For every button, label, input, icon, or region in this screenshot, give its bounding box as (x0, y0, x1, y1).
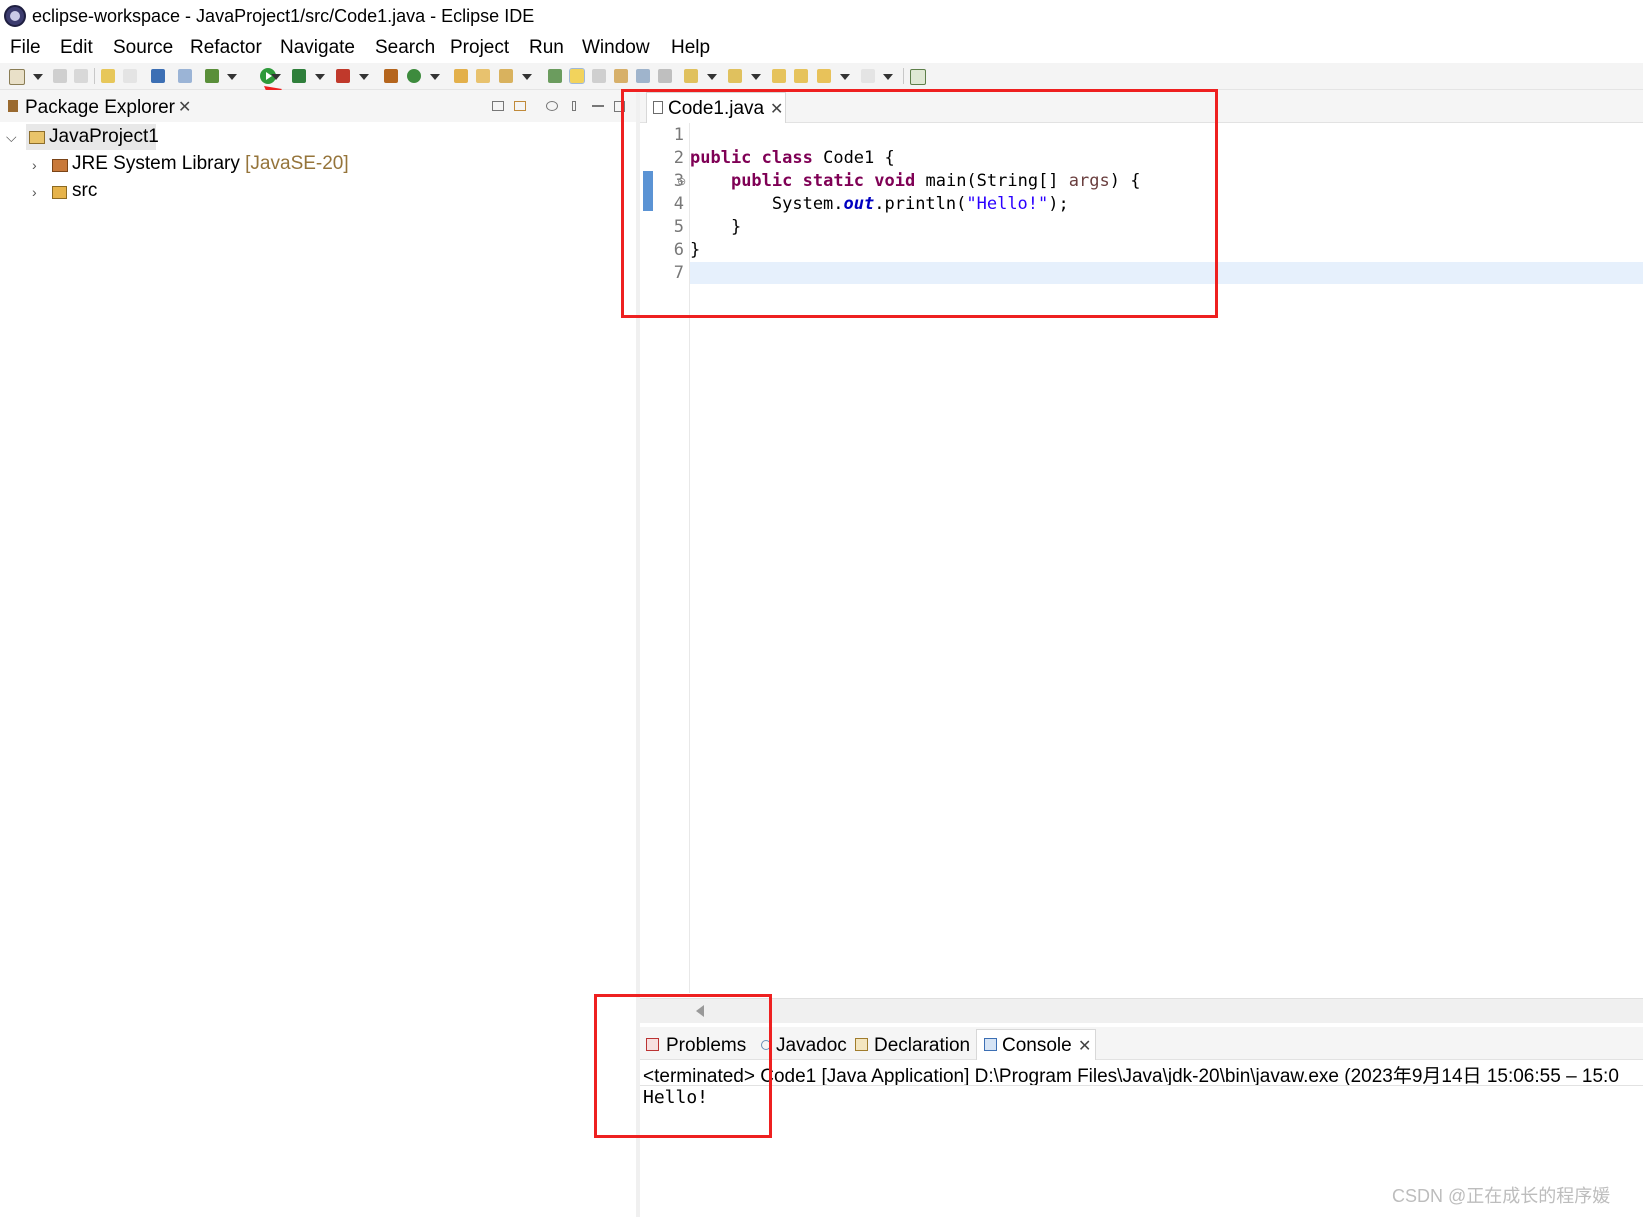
forward-icon[interactable] (861, 69, 875, 83)
new-dropdown-icon[interactable] (33, 74, 43, 80)
menu-run[interactable]: Run (529, 37, 564, 59)
library-version: [JavaSE-20] (245, 153, 349, 174)
annotation-icon[interactable] (548, 69, 562, 83)
tab-javadoc[interactable]: Javadoc (776, 1035, 847, 1057)
last-edit-icon[interactable] (772, 69, 786, 83)
tab-declaration[interactable]: Declaration (874, 1035, 970, 1057)
package-explorer-title[interactable]: Package Explorer (25, 97, 175, 119)
open-folder-icon[interactable] (476, 69, 490, 83)
save-icon[interactable] (53, 69, 67, 83)
save-all-icon[interactable] (74, 69, 88, 83)
console-icon (984, 1038, 997, 1051)
console-status-line: <terminated> Code1 [Java Application] D:… (643, 1066, 1619, 1087)
new-icon[interactable] (9, 69, 25, 85)
coverage-icon[interactable] (292, 69, 306, 83)
forward-dropdown-icon[interactable] (883, 74, 893, 80)
open-type-icon[interactable] (454, 69, 468, 83)
coverage-dropdown-icon[interactable] (315, 74, 325, 80)
library-name: JRE System Library (72, 153, 240, 174)
menu-window[interactable]: Window (582, 37, 650, 59)
menu-file[interactable]: File (10, 37, 41, 59)
red-annotation-box-console (594, 994, 772, 1138)
view-menu-icon[interactable] (572, 101, 576, 111)
redo-icon[interactable] (123, 69, 137, 83)
link-with-editor-icon[interactable] (514, 101, 526, 111)
menu-edit[interactable]: Edit (60, 37, 93, 59)
prev-annotation-icon[interactable] (728, 69, 742, 83)
mark-occurrences-icon[interactable] (569, 68, 585, 84)
watermark: CSDN @正在成长的程序媛 (1392, 1186, 1611, 1206)
show-whitespace-icon[interactable] (614, 69, 628, 83)
undo-icon[interactable] (101, 69, 115, 83)
expand-project-chevron-down-icon[interactable]: ⌵ (6, 129, 17, 146)
block-selection-icon[interactable] (592, 69, 606, 83)
external-tools-dropdown-icon[interactable] (359, 74, 369, 80)
package-explorer-tree (0, 122, 637, 1217)
new-java-project-icon[interactable] (384, 69, 398, 83)
menu-project[interactable]: Project (450, 37, 509, 59)
back-icon[interactable] (817, 69, 831, 83)
tree-item-project[interactable]: JavaProject1 (49, 126, 159, 148)
search-tool-icon[interactable] (499, 69, 513, 83)
menu-refactor[interactable]: Refactor (190, 37, 262, 59)
toolbar (0, 63, 1643, 90)
eclipse-logo-icon (4, 5, 26, 27)
next-annotation-icon[interactable] (684, 69, 698, 83)
package-explorer-close-icon[interactable]: ✕ (178, 97, 191, 117)
external-tools-icon[interactable] (336, 69, 350, 83)
next-annotation-dropdown-icon[interactable] (707, 74, 717, 80)
menu-navigate[interactable]: Navigate (280, 37, 355, 59)
back-history-icon[interactable] (794, 69, 808, 83)
open-perspective-icon[interactable] (910, 69, 926, 85)
console-close-icon[interactable]: ✕ (1078, 1036, 1091, 1056)
prev-annotation-dropdown-icon[interactable] (751, 74, 761, 80)
paragraph-icon[interactable] (658, 69, 672, 83)
tree-item-jre-library[interactable]: JRE System Library [JavaSE-20] (72, 153, 349, 175)
declaration-icon (855, 1038, 868, 1051)
debug-dropdown-icon[interactable] (227, 74, 237, 80)
window-title: eclipse-workspace - JavaProject1/src/Cod… (32, 6, 535, 26)
filters-icon[interactable] (546, 101, 558, 111)
search-dropdown-icon[interactable] (522, 74, 532, 80)
menu-help[interactable]: Help (671, 37, 710, 59)
horizontal-scrollbar[interactable] (640, 998, 1643, 1023)
menu-search[interactable]: Search (375, 37, 435, 59)
menu-source[interactable]: Source (113, 37, 173, 59)
red-annotation-box-editor (621, 89, 1218, 318)
new-class-dropdown-icon[interactable] (430, 74, 440, 80)
package-explorer-header: Package Explorer ✕ (0, 90, 636, 123)
tree-item-src[interactable]: src (72, 180, 97, 202)
expand-src-chevron-right-icon[interactable]: › (32, 184, 37, 200)
package-explorer-icon (8, 100, 18, 112)
title-bar: eclipse-workspace - JavaProject1/src/Cod… (0, 0, 1643, 33)
java-project-icon (29, 131, 45, 144)
menu-bar: File Edit Source Refactor Navigate Searc… (0, 33, 1643, 63)
library-icon (52, 159, 68, 172)
debug-icon[interactable] (205, 69, 219, 83)
source-folder-icon (52, 186, 67, 199)
collapse-all-icon[interactable] (492, 101, 504, 111)
pilcrow-icon[interactable] (636, 69, 650, 83)
new-class-icon[interactable] (407, 69, 421, 83)
minimize-icon[interactable] (592, 105, 604, 107)
toolbar-separator (94, 68, 95, 84)
toolbar-separator (903, 68, 904, 84)
terminal-icon[interactable] (151, 69, 165, 83)
expand-library-chevron-right-icon[interactable]: › (32, 157, 37, 173)
back-dropdown-icon[interactable] (840, 74, 850, 80)
tab-console[interactable]: Console (1002, 1035, 1072, 1057)
run-dropdown-icon[interactable] (271, 74, 281, 80)
skip-breakpoints-icon[interactable] (178, 69, 192, 83)
